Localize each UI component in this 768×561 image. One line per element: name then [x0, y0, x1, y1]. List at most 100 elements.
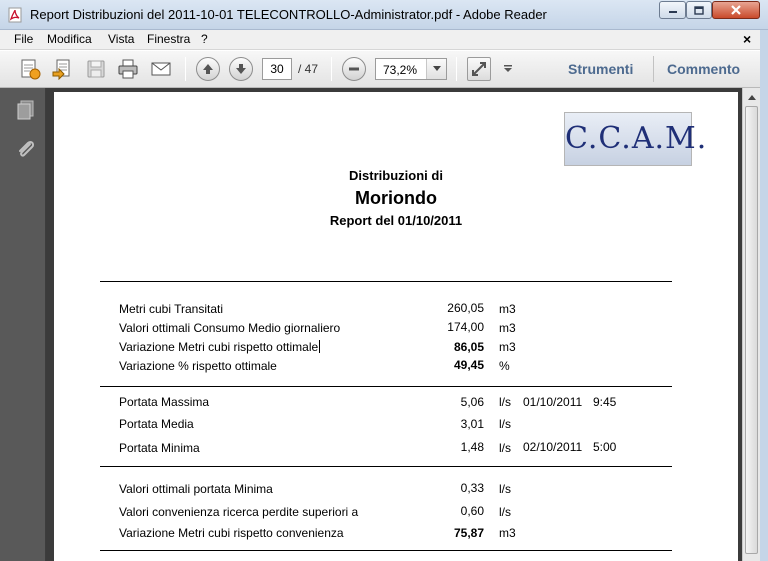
- row-date: 01/10/2011: [523, 395, 583, 409]
- page-thumbnails-button[interactable]: [14, 98, 38, 122]
- minimize-icon: [668, 11, 677, 13]
- close-button[interactable]: [712, 1, 760, 19]
- row-label: Portata Minima: [119, 441, 200, 455]
- row-label: Variazione % rispetto ottimale: [119, 359, 277, 373]
- row-time: 9:45: [593, 395, 617, 409]
- printer-icon: [118, 59, 138, 79]
- row-value: 75,87: [453, 526, 484, 540]
- email-button[interactable]: [149, 57, 173, 81]
- menu-modifica[interactable]: Modifica: [47, 32, 92, 46]
- section-divider: [100, 466, 672, 467]
- scroll-thumb[interactable]: [745, 106, 758, 554]
- row-label: Portata Massima: [119, 395, 210, 409]
- row-label: Portata Media: [119, 417, 194, 431]
- row-time: 5:00: [593, 440, 617, 454]
- comment-pane-button[interactable]: Commento: [667, 61, 740, 77]
- report-heading: Distribuzioni di: [349, 168, 443, 183]
- row-value: 5,06: [460, 395, 484, 409]
- pdf-page: C.C.A.M. Distribuzioni di Moriondo Repor…: [54, 92, 738, 561]
- toolbar-separator: [331, 57, 332, 81]
- document-close-button[interactable]: ×: [743, 31, 751, 47]
- menu-file[interactable]: File: [14, 32, 33, 46]
- row-unit: m3: [499, 302, 516, 316]
- menu-vista[interactable]: Vista: [108, 32, 134, 46]
- report-subtitle: Report del 01/10/2011: [329, 213, 463, 228]
- toolbar-separator: [185, 57, 186, 81]
- menu-finestra[interactable]: Finestra: [147, 32, 190, 46]
- zoom-value: 73,2%: [383, 63, 418, 77]
- row-value: 3,01: [460, 417, 484, 431]
- row-label: Valori ottimali Consumo Medio giornalier…: [119, 321, 341, 335]
- row-label: Valori convenienza ricerca perdite super…: [119, 505, 359, 519]
- row-value: 174,00: [447, 320, 484, 334]
- window-frame-edge: [760, 30, 768, 561]
- previous-page-button[interactable]: [196, 57, 220, 81]
- scroll-up-icon: [748, 94, 756, 100]
- row-unit: l/s: [499, 441, 511, 455]
- toolbar-options-button[interactable]: [498, 57, 518, 81]
- row-value: 0,60: [460, 504, 484, 518]
- pages-icon: [17, 100, 34, 120]
- arrow-up-icon: [203, 64, 213, 74]
- chevron-down-icon: [432, 66, 441, 71]
- ccam-logo: C.C.A.M.: [564, 112, 708, 166]
- attachments-button[interactable]: [14, 138, 38, 162]
- toolbar-separator: [456, 57, 457, 81]
- fit-page-icon: [472, 62, 486, 76]
- row-label: Valori ottimali portata Minima: [119, 482, 273, 496]
- save-button[interactable]: [84, 57, 108, 81]
- menu-bar: File Modifica Vista Finestra ? ×: [0, 30, 768, 50]
- row-value: 0,33: [460, 481, 484, 495]
- row-label-with-cursor: Variazione Metri cubi rispetto ottimale: [119, 340, 321, 354]
- next-page-button[interactable]: [229, 57, 253, 81]
- maximize-icon: [694, 5, 704, 15]
- fit-page-button[interactable]: [467, 57, 491, 81]
- envelope-icon: [151, 62, 171, 76]
- row-value: 260,05: [447, 301, 484, 315]
- row-value: 86,05: [453, 340, 484, 354]
- chevron-down-icon: [504, 65, 512, 72]
- print-button[interactable]: [116, 57, 140, 81]
- zoom-out-button[interactable]: [342, 57, 366, 81]
- report-location: Moriondo: [355, 188, 437, 208]
- maximize-button[interactable]: [686, 1, 712, 19]
- page-total: / 47: [298, 62, 319, 76]
- window-title: Report Distribuzioni del 2011-10-01 TELE…: [30, 7, 547, 22]
- zoom-select[interactable]: 73,2%: [375, 58, 447, 80]
- vertical-scrollbar[interactable]: [742, 88, 760, 561]
- toolbar-separator: [653, 56, 654, 82]
- row-unit: l/s: [499, 482, 511, 496]
- adobe-reader-icon: [7, 7, 23, 23]
- tools-pane-button[interactable]: Strumenti: [568, 61, 633, 77]
- section-divider: [100, 550, 672, 551]
- row-unit: m3: [499, 340, 516, 354]
- paperclip-icon: [19, 140, 35, 157]
- row-date: 02/10/2011: [523, 440, 583, 454]
- minus-icon: [349, 67, 359, 71]
- row-value: 49,45: [453, 358, 484, 372]
- row-unit: m3: [499, 321, 516, 335]
- title-bar[interactable]: Report Distribuzioni del 2011-10-01 TELE…: [0, 0, 768, 30]
- page-number-input[interactable]: 30: [262, 58, 292, 80]
- row-unit: l/s: [499, 417, 511, 431]
- section-divider: [100, 386, 672, 387]
- organize-button[interactable]: [50, 57, 74, 81]
- zoom-dropdown-button[interactable]: [426, 59, 446, 79]
- create-pdf-button[interactable]: [18, 57, 42, 81]
- toolbar: 30 / 47 73,2% Strumenti Commento: [0, 51, 768, 88]
- arrow-down-icon: [236, 64, 246, 74]
- row-unit: m3: [499, 526, 516, 540]
- row-unit: l/s: [499, 395, 511, 409]
- row-unit: %: [499, 359, 510, 373]
- document-viewport[interactable]: C.C.A.M. Distribuzioni di Moriondo Repor…: [46, 88, 742, 561]
- save-icon: [87, 60, 105, 78]
- minimize-button[interactable]: [659, 1, 686, 19]
- logo-text: C.C.A.M.: [565, 121, 708, 156]
- close-icon: [731, 5, 741, 15]
- text-cursor: [319, 340, 321, 353]
- navigation-pane: [0, 88, 46, 561]
- row-value: 1,48: [460, 440, 484, 454]
- menu-help[interactable]: ?: [201, 32, 208, 46]
- row-unit: l/s: [499, 505, 511, 519]
- scroll-up-button[interactable]: [743, 88, 761, 105]
